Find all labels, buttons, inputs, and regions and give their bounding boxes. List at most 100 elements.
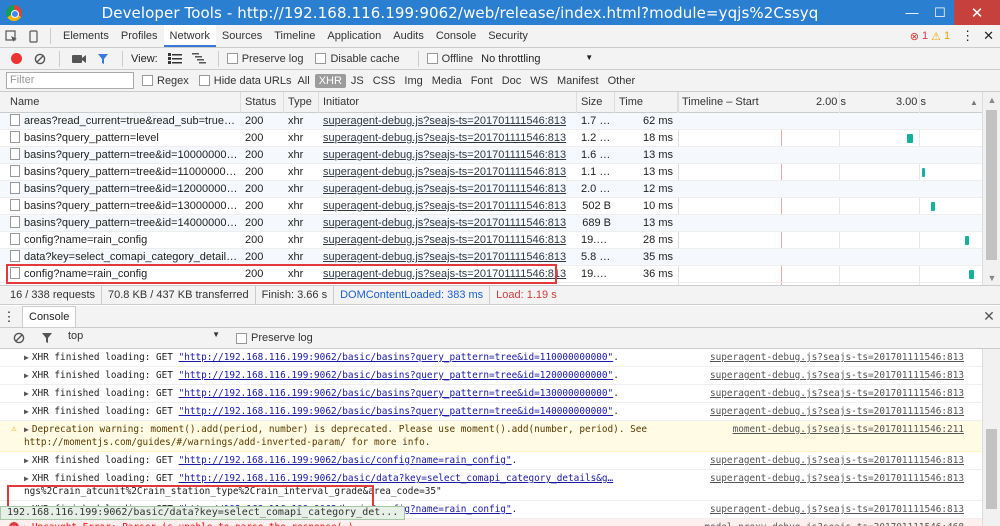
initiator-link[interactable]: superagent-debug.js?seajs-ts=20170111154… (323, 251, 566, 263)
offline-checkbox[interactable]: Offline (426, 53, 473, 65)
console-message[interactable]: ▶XHR finished loading: GET "http://192.1… (0, 470, 982, 501)
table-row[interactable]: data?key=select_comapi_category_details&… (0, 249, 982, 266)
scroll-up-icon[interactable]: ▲ (983, 92, 1000, 108)
filter-type-media[interactable]: Media (428, 74, 466, 88)
tab-security[interactable]: Security (482, 25, 534, 47)
cell-initiator[interactable]: superagent-debug.js?seajs-ts=20170111154… (319, 232, 577, 249)
message-url[interactable]: "http://192.168.116.199:9062/basic/basin… (179, 406, 614, 417)
message-source-link[interactable]: moment-debug.js?seajs-ts=201701111546:21… (733, 423, 964, 436)
console-filter-icon[interactable] (36, 327, 58, 349)
close-drawer-icon[interactable]: ✕ (978, 308, 1000, 325)
console-message[interactable]: ▶XHR finished loading: GET "http://192.1… (0, 367, 982, 385)
scroll-thumb[interactable] (986, 429, 997, 509)
expand-arrow-icon[interactable]: ▶ (24, 353, 29, 362)
tab-sources[interactable]: Sources (216, 25, 268, 47)
drawer-menu-icon[interactable]: ⋮ (0, 309, 18, 325)
initiator-link[interactable]: superagent-debug.js?seajs-ts=20170111154… (323, 149, 566, 161)
regex-checkbox[interactable]: Regex (142, 75, 189, 87)
message-url[interactable]: "http://192.168.116.199:9062/basic/basin… (179, 352, 614, 363)
message-source-link[interactable]: superagent-debug.js?seajs-ts=20170111154… (710, 503, 964, 516)
message-url[interactable]: "http://192.168.116.199:9062/basic/basin… (179, 388, 614, 399)
tab-profiles[interactable]: Profiles (115, 25, 164, 47)
column-initiator[interactable]: Initiator (319, 92, 577, 113)
large-rows-icon[interactable] (164, 48, 186, 70)
filter-type-js[interactable]: JS (347, 74, 368, 88)
filter-type-other[interactable]: Other (604, 74, 640, 88)
overview-icon[interactable] (188, 48, 210, 70)
throttling-select[interactable]: No throttling ▼ (481, 53, 593, 65)
minimize-button[interactable]: — (898, 0, 926, 25)
device-mode-icon[interactable] (22, 25, 44, 47)
filter-type-all[interactable]: All (293, 74, 313, 88)
table-scrollbar[interactable]: ▲ ▼ (982, 92, 1000, 285)
console-message[interactable]: ⚠ ▶ Deprecation warning: moment().add(peri… (0, 421, 982, 452)
message-source-link[interactable]: superagent-debug.js?seajs-ts=20170111154… (710, 472, 964, 485)
filter-input[interactable]: Filter (6, 72, 134, 89)
message-source-link[interactable]: superagent-debug.js?seajs-ts=20170111154… (710, 454, 964, 467)
initiator-link[interactable]: superagent-debug.js?seajs-ts=20170111154… (323, 217, 566, 229)
message-source-link[interactable]: superagent-debug.js?seajs-ts=20170111154… (710, 369, 964, 382)
tab-audits[interactable]: Audits (387, 25, 430, 47)
maximize-button[interactable]: ☐ (926, 0, 954, 25)
filter-type-css[interactable]: CSS (369, 74, 400, 88)
console-message[interactable]: ▶XHR finished loading: GET "http://192.1… (0, 403, 982, 421)
tab-console[interactable]: Console (430, 25, 482, 47)
filter-type-xhr[interactable]: XHR (314, 73, 346, 88)
warning-count-icon[interactable]: ⚠ (931, 30, 941, 43)
cell-initiator[interactable]: superagent-debug.js?seajs-ts=20170111154… (319, 198, 577, 215)
drawer-tab-console[interactable]: Console (22, 306, 77, 327)
tab-elements[interactable]: Elements (57, 25, 115, 47)
message-url[interactable]: "http://192.168.116.199:9062/basic/basin… (179, 370, 614, 381)
console-preserve-log-checkbox[interactable]: Preserve log (236, 332, 313, 344)
initiator-link[interactable]: superagent-debug.js?seajs-ts=20170111154… (323, 132, 566, 144)
error-count-icon[interactable]: ⊗ (910, 30, 919, 43)
table-row[interactable]: config?name=rain_config 200 xhr superagent-… (0, 266, 982, 283)
cell-initiator[interactable]: superagent-debug.js?seajs-ts=20170111154… (319, 215, 577, 232)
tab-application[interactable]: Application (321, 25, 387, 47)
clear-console-icon[interactable] (8, 327, 30, 349)
tab-timeline[interactable]: Timeline (268, 25, 321, 47)
preserve-log-checkbox[interactable]: Preserve log (226, 53, 303, 65)
message-url[interactable]: "http://192.168.116.199:9062/basic/data?… (179, 473, 614, 484)
cell-initiator[interactable]: superagent-debug.js?seajs-ts=20170111154… (319, 113, 577, 130)
scroll-down-icon[interactable]: ▼ (983, 270, 1000, 285)
filter-type-img[interactable]: Img (400, 74, 426, 88)
filter-type-font[interactable]: Font (467, 74, 497, 88)
column-type[interactable]: Type (284, 92, 319, 113)
initiator-link[interactable]: superagent-debug.js?seajs-ts=20170111154… (323, 234, 566, 246)
column-name[interactable]: Name (6, 92, 241, 113)
cell-initiator[interactable]: superagent-debug.js?seajs-ts=20170111154… (319, 164, 577, 181)
table-row[interactable]: basins?query_pattern=level 200 xhr superage… (0, 130, 982, 147)
record-icon[interactable] (11, 53, 22, 64)
console-message[interactable]: ▶XHR finished loading: GET "http://192.1… (0, 349, 982, 367)
table-row[interactable]: basins?query_pattern=tree&id=13000000000… (0, 198, 982, 215)
message-source-link[interactable]: superagent-debug.js?seajs-ts=20170111154… (710, 405, 964, 418)
column-status[interactable]: Status (241, 92, 284, 113)
cell-initiator[interactable]: superagent-debug.js?seajs-ts=20170111154… (319, 266, 577, 283)
message-source-link[interactable]: model-proxy-debug.js?seajs-ts=2017011115… (704, 521, 964, 526)
initiator-link[interactable]: superagent-debug.js?seajs-ts=20170111154… (323, 268, 566, 280)
error-count[interactable]: 1 (922, 30, 928, 42)
inspect-element-icon[interactable] (0, 25, 22, 47)
table-row[interactable]: config?name=rain_config 200 xhr superagent-… (0, 232, 982, 249)
table-row[interactable]: basins?query_pattern=tree&id=11000000000… (0, 164, 982, 181)
initiator-link[interactable]: superagent-debug.js?seajs-ts=20170111154… (323, 166, 566, 178)
column-size[interactable]: Size (577, 92, 615, 113)
context-select[interactable]: top ▼ (64, 330, 224, 346)
table-row[interactable]: areas?read_current=true&read_sub=true&id… (0, 113, 982, 130)
scroll-thumb[interactable] (986, 110, 997, 260)
expand-arrow-icon[interactable]: ▶ (24, 425, 29, 434)
disable-cache-checkbox[interactable]: Disable cache (315, 53, 400, 65)
message-url[interactable]: "http://192.168.116.199:9062/basic/confi… (179, 455, 512, 466)
clear-icon[interactable] (29, 48, 51, 70)
initiator-link[interactable]: superagent-debug.js?seajs-ts=20170111154… (323, 183, 566, 195)
cell-initiator[interactable]: superagent-debug.js?seajs-ts=20170111154… (319, 130, 577, 147)
console-scrollbar[interactable] (982, 349, 1000, 526)
initiator-link[interactable]: superagent-debug.js?seajs-ts=20170111154… (323, 115, 566, 127)
filter-type-manifest[interactable]: Manifest (553, 74, 603, 88)
cell-initiator[interactable]: superagent-debug.js?seajs-ts=20170111154… (319, 181, 577, 198)
more-menu-icon[interactable]: ⋮ (961, 28, 974, 44)
tab-network[interactable]: Network (163, 25, 216, 47)
console-message[interactable]: ✕▶Uncaught Error: Parser is unable to pa… (0, 519, 982, 526)
console-message[interactable]: ▶XHR finished loading: GET "http://192.1… (0, 452, 982, 470)
